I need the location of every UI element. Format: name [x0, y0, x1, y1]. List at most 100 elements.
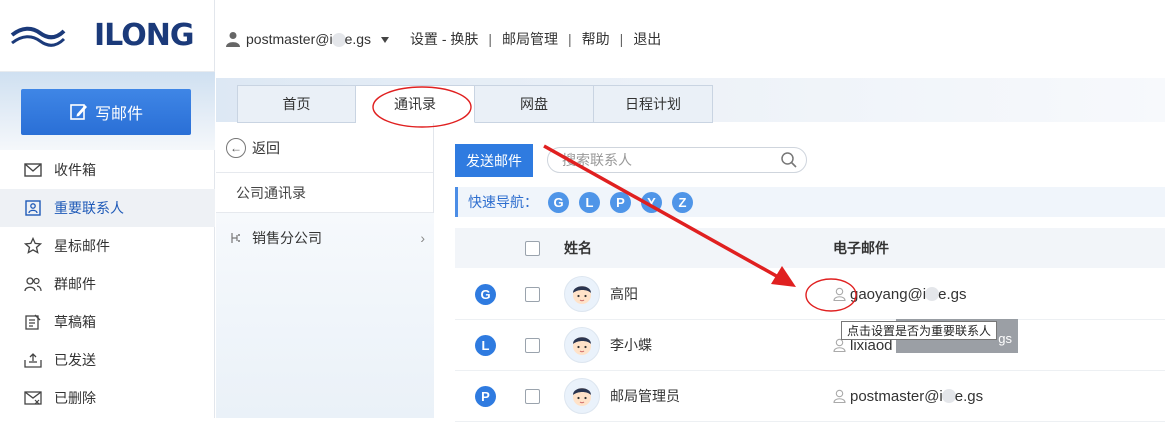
search-icon[interactable] — [780, 151, 798, 169]
tab-contacts[interactable]: 通讯录 — [356, 85, 475, 123]
compose-label: 写邮件 — [94, 106, 143, 123]
sidebar-item-label: 已发送 — [54, 352, 96, 368]
top-bar: postmaster@i e.gs 设置 - 换肤 | 邮局管理 | 帮助 | 退… — [216, 0, 1165, 78]
group-item-label: 销售分公司 — [252, 230, 322, 246]
sidebar-item-label: 已删除 — [54, 390, 96, 406]
user-avatar-icon — [573, 337, 591, 355]
quick-nav-bar: 快速导航： G L P Y Z — [455, 187, 1165, 217]
row-checkbox[interactable] — [525, 388, 540, 404]
table-row[interactable]: P 邮局管理员 postmaster@i e.gs — [455, 371, 1165, 422]
logo-wave-icon — [10, 26, 66, 47]
quick-nav-letter-y[interactable]: Y — [641, 191, 662, 213]
contact-search-input[interactable]: 搜索联系人 — [547, 147, 807, 173]
sidebar-item-deleted[interactable]: 已删除 — [0, 379, 215, 417]
tab-home[interactable]: 首页 — [237, 85, 356, 123]
tab-netdisk[interactable]: 网盘 — [475, 85, 594, 123]
contact-email: gaoyang@i e.gs — [833, 286, 966, 303]
help-link[interactable]: 帮助 — [582, 29, 610, 49]
row-checkbox[interactable] — [525, 337, 540, 353]
row-letter-badge: L — [475, 334, 496, 356]
send-mail-button[interactable]: 发送邮件 — [455, 144, 533, 177]
company-directory-title: 公司通讯录 — [216, 173, 433, 213]
separator: | — [619, 31, 624, 47]
folder-menu: 收件箱 重要联系人 星标邮件 群邮件 草稿箱 已发送 已删除 — [0, 151, 215, 417]
column-header-email: 电子邮件 — [833, 240, 889, 256]
logo-text: ILONG — [94, 18, 194, 53]
sidebar-item-label: 重要联系人 — [54, 200, 124, 216]
overlay-email-end: gs — [998, 331, 1012, 346]
draft-icon — [24, 313, 42, 331]
row-letter-badge: G — [475, 283, 496, 305]
settings-skin-link[interactable]: 设置 - 换肤 — [410, 29, 478, 49]
tooltip: 点击设置是否为重要联系人 — [841, 321, 998, 340]
quick-nav-label: 快速导航： — [468, 194, 538, 210]
compose-button[interactable]: 写邮件 — [21, 89, 191, 135]
avatar — [564, 378, 600, 414]
row-letter-badge: P — [475, 385, 496, 407]
sidebar-item-important-contacts[interactable]: 重要联系人 — [0, 189, 215, 227]
email-end: e.gs — [938, 285, 967, 303]
contact-groups-pane: ← 返回 公司通讯录 销售分公司 › — [216, 123, 434, 418]
redaction-blur — [941, 389, 956, 403]
sidebar-item-label: 收件箱 — [54, 162, 96, 178]
sent-icon — [24, 351, 42, 369]
back-arrow-icon: ← — [226, 137, 246, 158]
quick-nav-letter-z[interactable]: Z — [672, 191, 693, 213]
select-all-checkbox[interactable] — [525, 240, 540, 256]
user-avatar-icon — [573, 286, 591, 304]
contact-email: postmaster@i e.gs — [833, 388, 983, 405]
edit-icon — [70, 104, 87, 120]
sidebar-item-starred[interactable]: 星标邮件 — [0, 227, 215, 265]
contact-name: 李小蝶 — [610, 337, 652, 353]
user-account-menu[interactable]: postmaster@i e.gs — [246, 30, 390, 48]
table-header: 姓名 电子邮件 — [455, 228, 1165, 268]
group-icon — [24, 275, 42, 293]
table-row[interactable]: G 高阳 gaoyang@i e.gs — [455, 269, 1165, 320]
star-icon — [24, 237, 42, 255]
deleted-icon — [24, 389, 42, 407]
logo: ILONG — [0, 0, 214, 72]
contact-card-icon — [24, 199, 42, 217]
quick-nav-letter-l[interactable]: L — [579, 191, 600, 213]
contacts-main: 发送邮件 搜索联系人 快速导航： G L P Y Z 姓名 电子邮件 G 高阳 … — [435, 123, 1165, 422]
inbox-icon — [24, 161, 42, 179]
email-start: gaoyang@i — [850, 285, 927, 303]
logout-link[interactable]: 退出 — [633, 29, 661, 49]
sidebar-item-inbox[interactable]: 收件箱 — [0, 151, 215, 189]
separator: | — [488, 31, 493, 47]
quick-nav-letter-g[interactable]: G — [548, 191, 569, 213]
important-contact-toggle-icon[interactable] — [833, 389, 846, 403]
sidebar-item-label: 群邮件 — [54, 276, 96, 292]
separator: | — [568, 31, 572, 47]
table-row[interactable]: L 李小蝶 lixiaod — [455, 320, 1165, 371]
quick-nav-letter-p[interactable]: P — [610, 191, 631, 213]
post-office-admin-link[interactable]: 邮局管理 — [502, 29, 558, 49]
important-contact-toggle-icon[interactable] — [833, 287, 846, 301]
contact-name: 高阳 — [610, 286, 638, 302]
redaction-blur — [925, 287, 940, 301]
avatar — [564, 276, 600, 312]
user-icon — [226, 32, 240, 47]
sidebar-item-sent[interactable]: 已发送 — [0, 341, 215, 379]
chevron-right-icon: › — [420, 230, 425, 246]
user-email-end: e.gs — [344, 30, 372, 47]
column-header-name: 姓名 — [564, 240, 592, 256]
sidebar-item-drafts[interactable]: 草稿箱 — [0, 303, 215, 341]
sidebar-item-group-mail[interactable]: 群邮件 — [0, 265, 215, 303]
redaction-blur — [331, 33, 346, 48]
back-button[interactable]: ← 返回 — [216, 123, 433, 173]
email-start: postmaster@i — [850, 387, 943, 405]
caret-down-icon — [380, 36, 389, 43]
org-tree-icon — [231, 233, 240, 243]
row-checkbox[interactable] — [525, 286, 540, 302]
tab-schedule[interactable]: 日程计划 — [594, 85, 713, 123]
avatar — [564, 327, 600, 363]
important-contact-toggle-icon[interactable] — [833, 338, 846, 352]
group-item-sales[interactable]: 销售分公司 › — [216, 213, 433, 263]
main-tabs: 首页 通讯录 网盘 日程计划 — [237, 85, 713, 123]
sidebar: ILONG 写邮件 收件箱 重要联系人 星标邮件 群邮件 草稿箱 已发送 已删除 — [0, 0, 215, 418]
user-avatar-icon — [573, 388, 591, 406]
contact-name: 邮局管理员 — [610, 388, 680, 404]
sidebar-item-label: 草稿箱 — [54, 314, 96, 330]
search-placeholder: 搜索联系人 — [562, 152, 632, 168]
